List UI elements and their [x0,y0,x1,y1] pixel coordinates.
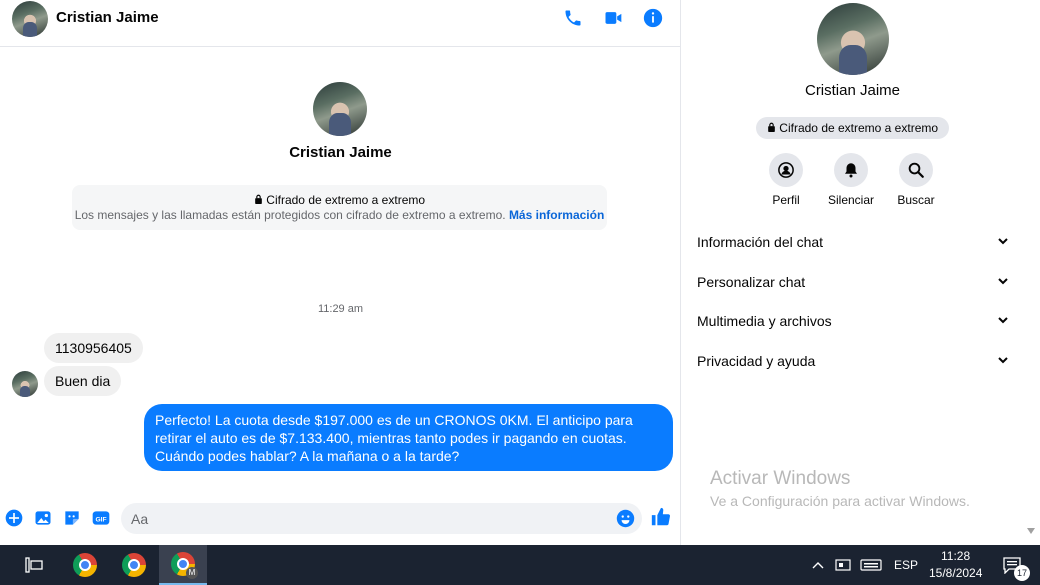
encryption-badge-text: Cifrado de extremo a extremo [779,121,939,135]
gif-icon[interactable]: GIF [90,507,112,529]
more-info-link[interactable]: Más información [509,208,604,222]
chrome-taskbar-button[interactable] [110,545,158,585]
profile-icon [769,153,803,187]
scroll-down-arrow-icon[interactable] [1027,528,1035,534]
lock-icon [767,121,779,135]
message-bubble-incoming[interactable]: Buen dia [44,366,122,396]
emoji-icon[interactable] [616,509,635,533]
encryption-title: Cifrado de extremo a extremo [72,193,607,207]
scrollbar[interactable] [1023,0,1040,545]
phone-icon[interactable] [561,6,585,30]
clock-time[interactable]: 11:28 [941,549,970,563]
chevron-down-icon [997,234,1009,250]
section-chat-info[interactable]: Información del chat [697,227,1009,257]
chrome-icon [122,553,146,577]
bell-icon [834,153,868,187]
language-indicator[interactable]: ESP [894,558,918,572]
panel-contact-name: Cristian Jaime [804,82,901,99]
image-icon[interactable] [32,507,54,529]
message-composer[interactable] [121,503,642,534]
section-customize-chat[interactable]: Personalizar chat [697,267,1009,297]
chevron-up-icon[interactable] [806,545,830,585]
chat-pane: Cristian Jaime Cristian Jaime Cifrado de… [0,0,681,545]
windows-taskbar: M ESP 11:28 15/8/2024 17 [0,545,1040,585]
section-label: Personalizar chat [697,274,806,290]
info-icon[interactable] [641,6,665,30]
mute-label: Silenciar [827,193,875,207]
lock-icon [254,193,266,207]
message-input[interactable] [131,509,601,529]
gif-icon-label: GIF [95,516,106,523]
contact-intro-name: Cristian Jaime [289,144,392,161]
chat-details-panel: Cristian Jaime Cifrado de extremo a extr… [682,0,1023,545]
thumbs-up-icon[interactable] [650,506,672,528]
chat-header: Cristian Jaime [0,0,681,47]
notification-count-badge: 17 [1014,565,1030,581]
sticker-icon[interactable] [61,507,83,529]
section-label: Privacidad y ayuda [697,353,816,369]
network-icon[interactable] [831,545,855,585]
encryption-notice: Cifrado de extremo a extremo Los mensaje… [72,185,607,230]
chevron-down-icon [997,313,1009,329]
sender-avatar [12,371,38,397]
keyboard-icon[interactable] [857,545,885,585]
mute-button[interactable]: Silenciar [821,153,881,207]
activation-watermark-title: Activar Windows [710,468,851,489]
plus-icon[interactable] [3,507,25,529]
chevron-down-icon [997,274,1009,290]
panel-avatar[interactable] [817,3,889,75]
profile-badge: M [186,567,198,579]
section-label: Multimedia y archivos [697,313,832,329]
contact-intro-avatar [313,82,367,136]
chrome-taskbar-button[interactable] [61,545,109,585]
search-label: Buscar [897,193,935,207]
search-icon [899,153,933,187]
encryption-description: Los mensajes y las llamadas están proteg… [72,208,607,222]
section-privacy-help[interactable]: Privacidad y ayuda [697,346,1009,376]
chrome-taskbar-button-active[interactable]: M [159,545,207,585]
encryption-title-text: Cifrado de extremo a extremo [266,193,426,207]
video-camera-icon[interactable] [601,6,625,30]
message-bubble-incoming[interactable]: 1130956405 [44,333,143,363]
contact-name[interactable]: Cristian Jaime [56,9,159,26]
encryption-badge[interactable]: Cifrado de extremo a extremo [756,117,949,139]
messenger-app: Cristian Jaime Cristian Jaime Cifrado de… [0,0,1040,545]
task-view-icon[interactable] [10,545,58,585]
encryption-description-text: Los mensajes y las llamadas están proteg… [74,208,506,222]
message-bubble-outgoing[interactable]: Perfecto! La cuota desde $197.000 es de … [144,404,673,471]
chevron-down-icon [997,353,1009,369]
section-label: Información del chat [697,234,824,250]
profile-label: Perfil [772,193,800,207]
activation-watermark-subtitle: Ve a Configuración para activar Windows. [710,493,970,509]
section-media-files[interactable]: Multimedia y archivos [697,306,1009,336]
clock-date[interactable]: 15/8/2024 [929,566,982,580]
profile-button[interactable]: Perfil [756,153,816,207]
search-button[interactable]: Buscar [886,153,946,207]
chrome-icon [73,553,97,577]
notifications-icon[interactable]: 17 [992,545,1032,585]
message-timestamp: 11:29 am [317,303,364,315]
contact-avatar[interactable] [12,1,48,37]
